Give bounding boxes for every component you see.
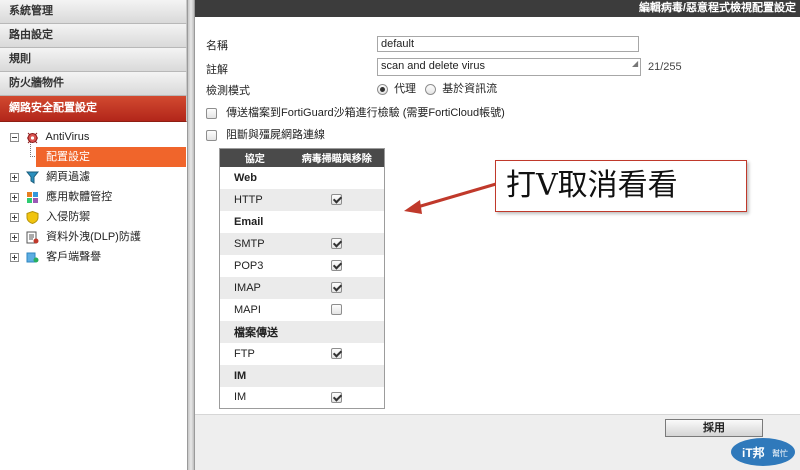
tree-item-label: 入侵防禦 (46, 211, 91, 223)
expand-icon[interactable] (10, 232, 19, 242)
collapse-icon[interactable] (10, 132, 19, 142)
scan-column-header: 病毒掃瞄與移除 (289, 148, 385, 167)
tree-item-label: 客戶端聲譽 (46, 251, 102, 263)
expand-icon[interactable] (10, 172, 19, 182)
nav-firewall-objects[interactable]: 防火牆物件 (0, 72, 187, 96)
protocol-label: FTP (234, 347, 255, 360)
security-profile-tree: AntiVirus 配置設定 網頁過濾 應用軟體管控 入侵防禦 資料外洩(DLP… (0, 122, 187, 267)
protocol-label: HTTP (219, 188, 290, 211)
inspection-mode-label: 檢測模式 (206, 85, 250, 97)
tree-item-client-reputation[interactable]: 客戶端聲譽 (0, 247, 187, 267)
protocol-table: 協定 病毒掃瞄與移除 Web HTTP Email SMTP POP3 IMAP… (219, 148, 385, 409)
mode-flow-radio[interactable] (425, 83, 437, 95)
pop3-checkbox[interactable] (331, 260, 343, 272)
nav-security-profiles[interactable]: 網路安全配置設定 (0, 96, 187, 122)
pane-splitter[interactable] (187, 0, 195, 470)
group-label: Web (234, 171, 258, 184)
botnet-option: 阻斷與殭屍網路連線 (206, 126, 325, 142)
protocol-label: POP3 (234, 259, 264, 272)
table-row: FTP (220, 343, 385, 365)
antivirus-icon (26, 131, 39, 144)
fortiguard-label: 傳送檔案到FortiGuard沙箱進行檢驗 (需要FortiCloud帳號) (226, 107, 505, 119)
table-row: IMAP (219, 276, 385, 299)
svg-text:iT邦: iT邦 (742, 445, 765, 460)
table-row: MAPI (220, 299, 385, 321)
table-row: Email (220, 211, 385, 233)
protocol-column-header: 協定 (219, 148, 290, 167)
tree-item-dlp[interactable]: 資料外洩(DLP)防護 (0, 227, 187, 247)
tree-item-intrusion-protection[interactable]: 入侵防禦 (0, 207, 187, 227)
client-reputation-icon (26, 251, 39, 264)
main-panel: 編輯病毒/惡意程式檢視配置設定 名稱 default 註解 scan and d… (195, 0, 800, 470)
http-checkbox[interactable] (331, 194, 343, 206)
tree-item-application-control[interactable]: 應用軟體管控 (0, 187, 187, 207)
expand-icon[interactable] (10, 212, 19, 222)
table-row: POP3 (220, 255, 385, 277)
table-row: 檔案傳送 (219, 320, 385, 343)
im-checkbox[interactable] (331, 391, 343, 403)
resize-grip-icon[interactable]: ◢ (632, 59, 638, 68)
protocol-label: SMTP (219, 232, 290, 255)
nav-routing[interactable]: 路由設定 (0, 24, 187, 48)
dlp-icon (26, 231, 39, 244)
mapi-checkbox[interactable] (331, 304, 343, 316)
botnet-label: 阻斷與殭屍網路連線 (226, 129, 326, 141)
ftp-checkbox[interactable] (331, 348, 343, 360)
smtp-checkbox[interactable] (331, 238, 343, 250)
inspection-mode-group: 代理 基於資訊流 (377, 80, 497, 96)
name-field[interactable]: default (377, 36, 639, 52)
tree-item-label: 資料外洩(DLP)防護 (46, 231, 141, 243)
botnet-checkbox[interactable] (206, 129, 217, 141)
annotation-callout: 打V取消看看 (495, 160, 747, 212)
protocol-label: IMAP (219, 276, 290, 299)
expand-icon[interactable] (10, 252, 19, 262)
expand-icon[interactable] (10, 192, 19, 202)
web-filter-icon (26, 171, 40, 184)
page-title: 編輯病毒/惡意程式檢視配置設定 (195, 0, 800, 17)
table-row: SMTP (219, 232, 385, 255)
ithome-watermark-logo: iT邦 幫忙 (728, 432, 798, 468)
mode-proxy-label: 代理 (394, 83, 417, 95)
tree-item-label: 應用軟體管控 (46, 191, 113, 203)
tree-item-profile-settings[interactable]: 配置設定 (36, 147, 186, 167)
name-label: 名稱 (206, 40, 228, 52)
table-row: IM (220, 387, 385, 409)
application-control-icon (26, 191, 39, 204)
svg-text:幫忙: 幫忙 (772, 448, 788, 458)
app-window: 系統管理 路由設定 規則 防火牆物件 網路安全配置設定 AntiVirus 配置… (0, 0, 800, 470)
group-label: 檔案傳送 (219, 320, 290, 343)
mode-flow-label: 基於資訊流 (442, 83, 498, 95)
tree-item-label: AntiVirus (45, 131, 90, 143)
fortiguard-option: 傳送檔案到FortiGuard沙箱進行檢驗 (需要FortiCloud帳號) (206, 104, 505, 120)
tree-item-label: 配置設定 (46, 151, 90, 163)
tree-item-web-filter[interactable]: 網頁過濾 (0, 167, 187, 187)
tree-item-label: 網頁過濾 (46, 171, 91, 183)
group-label: Email (234, 215, 264, 228)
table-row: HTTP (219, 188, 385, 211)
table-row: Web (220, 167, 385, 189)
tree-item-antivirus[interactable]: AntiVirus (0, 127, 187, 147)
comment-char-count: 21/255 (648, 61, 682, 73)
protocol-label: MAPI (234, 303, 261, 316)
imap-checkbox[interactable] (331, 282, 343, 294)
table-row: IM (219, 364, 385, 387)
intrusion-protection-icon (26, 210, 39, 224)
table-header-row: 協定 病毒掃瞄與移除 (219, 148, 385, 167)
nav-policy[interactable]: 規則 (0, 48, 187, 72)
comment-field[interactable]: scan and delete virus (377, 58, 641, 76)
nav-system-management[interactable]: 系統管理 (0, 0, 187, 24)
protocol-label: IM (234, 391, 247, 404)
annotation-arrow-icon (404, 182, 497, 214)
group-label: IM (219, 364, 290, 387)
mode-proxy-radio[interactable] (377, 83, 388, 95)
fortiguard-checkbox[interactable] (206, 107, 217, 119)
sidebar: 系統管理 路由設定 規則 防火牆物件 網路安全配置設定 AntiVirus 配置… (0, 0, 187, 470)
comment-label: 註解 (206, 64, 228, 76)
